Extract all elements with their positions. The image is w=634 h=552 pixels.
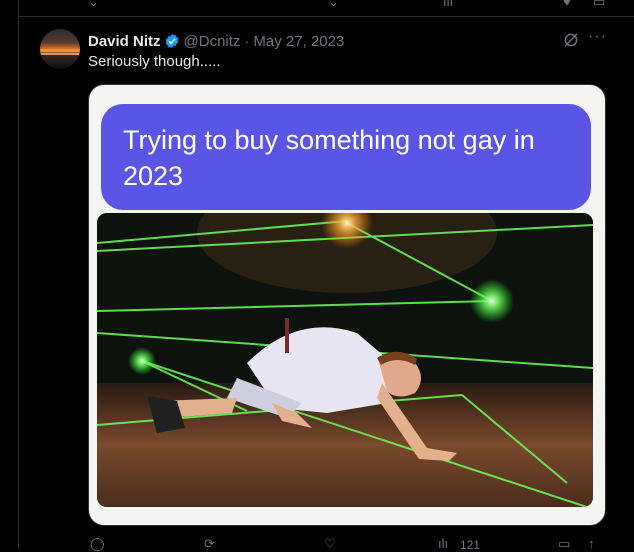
views-icon[interactable]: ılı	[443, 0, 453, 9]
reply-icon[interactable]: ⌄	[88, 0, 99, 10]
previous-tweet-action-bar: ⌄ ⌄ ılı ♥ ▭	[18, 0, 634, 17]
tweet-media-image[interactable]: Trying to buy something not gay in 2023	[88, 84, 606, 526]
caption-line-1: Trying to buy something not gay in	[123, 125, 535, 155]
tweet-action-bar: ◯ ⟳ ♡ ılı 121 ▭ ↑	[88, 536, 608, 552]
reply-icon[interactable]: ◯	[90, 536, 105, 552]
tweet-header: David Nitz @Dcnitz · May 27, 2023	[88, 31, 344, 51]
avatar[interactable]	[40, 29, 80, 69]
bookmark-icon[interactable]: ▭	[593, 0, 605, 10]
author-handle[interactable]: @Dcnitz	[184, 33, 241, 50]
laser-maze-photo	[97, 213, 593, 507]
share-icon[interactable]: ⌄	[328, 0, 339, 10]
share-icon[interactable]: ↑	[588, 536, 595, 551]
bubble-caption: Trying to buy something not gay in 2023	[123, 122, 583, 194]
view-count: 121	[460, 538, 481, 552]
retweet-icon[interactable]: ⟳	[204, 536, 215, 552]
more-options-icon[interactable]: ···	[588, 28, 607, 46]
heart-icon[interactable]: ♥	[563, 0, 571, 9]
verified-badge-icon	[165, 34, 178, 48]
views-icon[interactable]: ılı	[438, 536, 448, 551]
author-name[interactable]: David Nitz	[88, 33, 161, 50]
message-bubble: Trying to buy something not gay in 2023	[101, 104, 591, 210]
separator-dot: ·	[244, 32, 250, 50]
tweet-date[interactable]: May 27, 2023	[253, 33, 344, 50]
tweet-text: Seriously though.....	[88, 53, 221, 70]
like-icon[interactable]: ♡	[324, 536, 336, 552]
caption-line-2: 2023	[123, 161, 184, 191]
grok-icon[interactable]	[562, 31, 580, 49]
bookmark-icon[interactable]: ▭	[558, 536, 570, 552]
